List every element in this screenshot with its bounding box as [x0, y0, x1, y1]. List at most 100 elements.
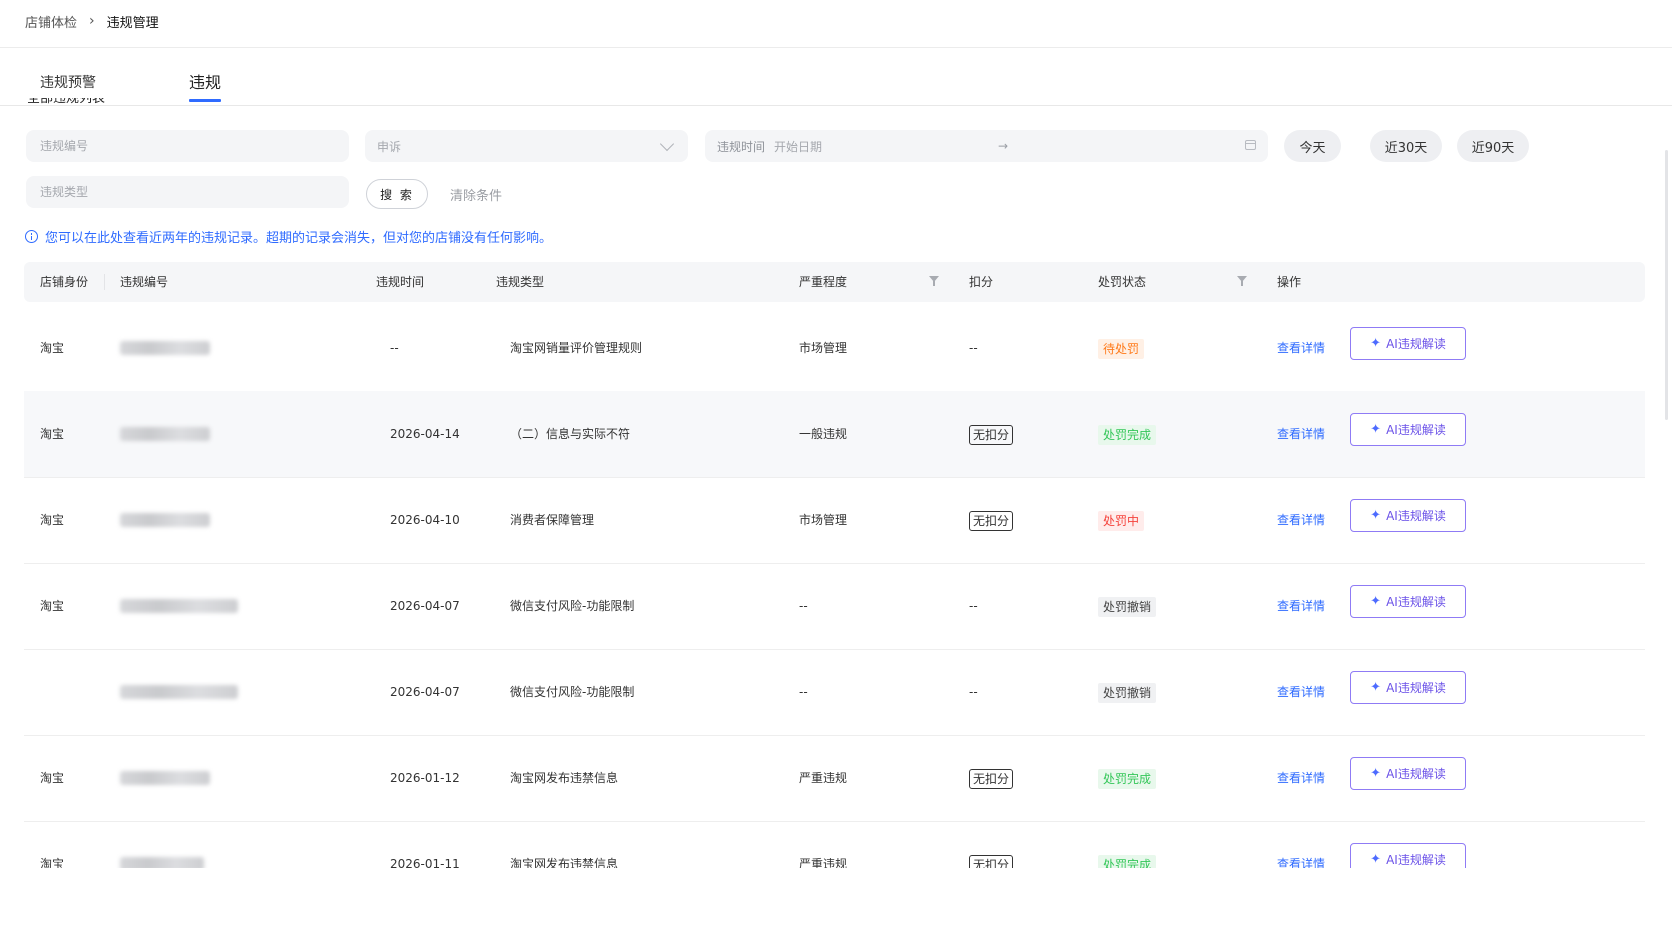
col-violation-type: 违规类型 — [496, 275, 545, 289]
view-details-link[interactable]: 查看详情 — [1277, 563, 1325, 649]
store-identity: 淘宝 — [40, 341, 65, 355]
penalty-status-cell: 处罚撤销 — [1098, 649, 1157, 735]
deduct-tag: 无扣分 — [969, 424, 1014, 445]
severity: 市场管理 — [799, 513, 848, 527]
violation-code-redacted — [120, 513, 210, 527]
severity: -- — [799, 685, 808, 699]
penalty-status-cell: 处罚完成 — [1098, 391, 1157, 477]
deduct-cell: -- — [969, 649, 978, 735]
ai-interpret-button[interactable]: ✦ AI违规解读 — [1350, 757, 1466, 790]
sparkle-icon: ✦ — [1370, 594, 1382, 609]
violation-type-input[interactable] — [38, 184, 337, 200]
table-row: 2026-04-07 微信支付风险-功能限制 -- -- 处罚撤销 查看详情 ✦ AI违规解读 — [24, 649, 1645, 736]
deduct-cell: 无扣分 — [969, 391, 1014, 477]
view-details-link[interactable]: 查看详情 — [1277, 649, 1325, 735]
clear-filters-button[interactable]: 清除条件 — [450, 185, 502, 204]
violation-code-redacted — [120, 771, 210, 785]
ai-interpret-button[interactable]: ✦ AI违规解读 — [1350, 585, 1466, 618]
violation-code-redacted — [120, 685, 238, 699]
severity: 市场管理 — [799, 341, 848, 355]
status-badge: 处罚中 — [1098, 510, 1145, 531]
status-badge: 处罚撤销 — [1098, 596, 1157, 617]
deduct-value: -- — [969, 599, 978, 613]
violation-code-field[interactable] — [26, 130, 349, 162]
severity-filter-icon[interactable] — [929, 276, 939, 286]
ai-interpret-button[interactable]: ✦ AI违规解读 — [1350, 843, 1466, 868]
severity: -- — [799, 599, 808, 613]
penalty-status-cell: 处罚撤销 — [1098, 563, 1157, 649]
deduct-cell: 无扣分 — [969, 821, 1014, 868]
scrollbar[interactable] — [1665, 150, 1668, 420]
col-actions: 操作 — [1277, 275, 1302, 289]
view-details-link[interactable]: 查看详情 — [1277, 305, 1325, 391]
deduct-cell: -- — [969, 305, 978, 391]
penalty-status-cell: 处罚中 — [1098, 477, 1145, 563]
date-range-picker[interactable]: 违规时间 开始日期 → — [705, 130, 1268, 162]
violation-code-redacted — [120, 857, 204, 868]
table-row: 淘宝 -- 淘宝网销量评价管理规则 市场管理 -- 待处罚 查看详情 ✦ AI违规解读 — [24, 305, 1645, 392]
info-notice-text: 您可以在此处查看近两年的违规记录。超期的记录会消失，但对您的店铺没有任何影响。 — [45, 231, 553, 246]
status-filter-icon[interactable] — [1237, 276, 1247, 286]
table-header: 店铺身份 违规编号 违规时间 违规类型 严重程度 扣分 处罚状态 操作 — [24, 262, 1645, 302]
status-badge: 处罚完成 — [1098, 768, 1157, 789]
penalty-status-cell: 处罚完成 — [1098, 735, 1157, 821]
col-penalty-status: 处罚状态 — [1098, 275, 1147, 289]
sparkle-icon: ✦ — [1370, 508, 1382, 523]
violation-time: 2026-04-14 — [390, 427, 460, 441]
ai-interpret-button[interactable]: ✦ AI违规解读 — [1350, 671, 1466, 704]
tab-violation-warning[interactable]: 违规预警 — [40, 72, 96, 92]
store-identity: 淘宝 — [40, 427, 65, 441]
violation-type: 消费者保障管理 — [510, 513, 595, 527]
view-details-link[interactable]: 查看详情 — [1277, 391, 1325, 477]
arrow-right-icon: → — [998, 139, 1009, 153]
status-badge: 处罚完成 — [1098, 854, 1157, 868]
violation-type: 淘宝网销量评价管理规则 — [510, 341, 643, 355]
ai-interpret-button[interactable]: ✦ AI违规解读 — [1350, 413, 1466, 446]
tab-bar: 违规预警 违规 — [0, 48, 1672, 106]
breadcrumb-current: 违规管理 — [106, 15, 159, 31]
status-badge: 处罚撤销 — [1098, 682, 1157, 703]
violation-time: 2026-01-12 — [390, 771, 460, 785]
severity: 严重违规 — [799, 857, 848, 868]
quick-range-30-days[interactable]: 近30天 — [1370, 130, 1442, 162]
quick-range-90-days[interactable]: 近90天 — [1457, 130, 1529, 162]
violation-code-input[interactable] — [38, 138, 337, 154]
info-notice: 您可以在此处查看近两年的违规记录。超期的记录会消失，但对您的店铺没有任何影响。 — [25, 227, 552, 246]
chevron-right-icon: › — [89, 13, 95, 29]
view-details-link[interactable]: 查看详情 — [1277, 477, 1325, 563]
calendar-icon[interactable] — [1245, 140, 1256, 150]
tab-violation[interactable]: 违规 — [189, 69, 222, 102]
violation-time: 2026-04-07 — [390, 685, 460, 699]
sparkle-icon: ✦ — [1370, 422, 1382, 437]
penalty-status-cell: 处罚完成 — [1098, 821, 1157, 868]
severity: 一般违规 — [799, 427, 848, 441]
deduct-value: -- — [969, 685, 978, 699]
sparkle-icon: ✦ — [1370, 336, 1382, 351]
view-details-link[interactable]: 查看详情 — [1277, 735, 1325, 821]
violation-type: （二）信息与实际不符 — [510, 427, 631, 441]
status-badge: 处罚完成 — [1098, 424, 1157, 445]
sparkle-icon: ✦ — [1370, 680, 1382, 695]
violation-time: 2026-01-11 — [390, 857, 460, 868]
violation-code-redacted — [120, 599, 238, 613]
start-date-input[interactable]: 开始日期 — [774, 138, 822, 155]
chevron-down-icon — [659, 136, 675, 152]
quick-range-today[interactable]: 今天 — [1284, 130, 1341, 162]
deduct-value: -- — [969, 341, 978, 355]
date-range-label: 违规时间 — [717, 139, 766, 154]
appeal-select[interactable]: 申诉 — [365, 130, 688, 162]
view-details-link[interactable]: 查看详情 — [1277, 821, 1325, 868]
table-row: 淘宝 2026-01-11 淘宝网发布违禁信息 严重违规 无扣分 处罚完成 查看详情 ✦ AI违… — [24, 821, 1645, 868]
deduct-tag: 无扣分 — [969, 854, 1014, 868]
appeal-select-value: 申诉 — [377, 139, 402, 154]
table-row: 淘宝 2026-01-12 淘宝网发布违禁信息 严重违规 无扣分 处罚完成 查看详情 ✦ AI违… — [24, 735, 1645, 822]
breadcrumb-parent[interactable]: 店铺体检 — [25, 12, 77, 31]
violation-type: 微信支付风险-功能限制 — [510, 599, 635, 613]
violation-type-field[interactable] — [26, 176, 349, 208]
table-row: 淘宝 2026-04-10 消费者保障管理 市场管理 无扣分 处罚中 查看详情 ✦ AI违规解读 — [24, 477, 1645, 564]
ai-interpret-button[interactable]: ✦ AI违规解读 — [1350, 327, 1466, 360]
deduct-cell: 无扣分 — [969, 477, 1014, 563]
ai-interpret-button[interactable]: ✦ AI违规解读 — [1350, 499, 1466, 532]
col-store-identity: 店铺身份 — [40, 275, 89, 289]
search-button[interactable]: 搜 索 — [366, 179, 428, 209]
